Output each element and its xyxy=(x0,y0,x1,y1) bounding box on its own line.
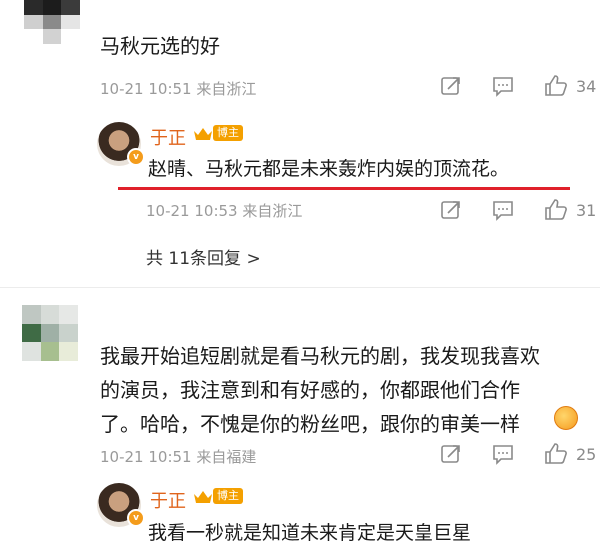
comment-thread: 马秋元选的好 10-21 10:51 来自浙江 34 v 于正 博主 赵晴、马秋… xyxy=(0,0,600,543)
comment-button[interactable] xyxy=(492,443,514,465)
comment-meta: 10-21 10:51 来自浙江 xyxy=(100,80,257,98)
commenter-avatar[interactable] xyxy=(24,0,80,44)
reply-text: 赵晴、马秋元都是未来轰炸内娱的顶流花。 xyxy=(148,158,510,180)
comment-text-line: 了。哈哈，不愧是你的粉丝吧，跟你的审美一样 xyxy=(100,412,520,436)
share-icon xyxy=(441,201,460,219)
crown-icon xyxy=(194,491,212,503)
comment-actions: 34 xyxy=(440,74,596,98)
like-count: 34 xyxy=(576,76,597,96)
like-icon xyxy=(545,199,567,220)
comment-icon xyxy=(493,77,513,97)
red-underline-annotation xyxy=(118,187,570,190)
reply-actions: 31 xyxy=(440,198,596,222)
share-button[interactable] xyxy=(440,75,462,97)
comment-text-line: 我最开始追短剧就是看马秋元的剧，我发现我喜欢 xyxy=(100,344,540,368)
comment-actions: 25 xyxy=(440,442,596,466)
comment-icon xyxy=(493,445,513,465)
comment-text-line: 的演员，我注意到和有好感的，你都跟他们合作 xyxy=(100,378,520,402)
emoji-icon xyxy=(554,406,578,430)
like-icon xyxy=(545,75,567,96)
verified-badge: v xyxy=(127,509,145,527)
divider xyxy=(0,287,600,288)
reply-author-name[interactable]: 于正 xyxy=(150,487,186,513)
crown-icon xyxy=(194,128,212,140)
comment-icon xyxy=(493,201,513,221)
like-button[interactable]: 34 xyxy=(544,74,596,98)
like-button[interactable]: 31 xyxy=(544,198,596,222)
comment-meta: 10-21 10:51 来自福建 xyxy=(100,448,257,466)
share-button[interactable] xyxy=(440,443,462,465)
like-button[interactable]: 25 xyxy=(544,442,596,466)
verified-badge: v xyxy=(127,148,145,166)
share-button[interactable] xyxy=(440,199,462,221)
comment-button[interactable] xyxy=(492,199,514,221)
reply-text: 我看一秒就是知道未来肯定是天皇巨星 xyxy=(148,522,472,543)
reply-meta: 10-21 10:53 来自浙江 xyxy=(146,202,303,220)
share-icon xyxy=(441,445,460,463)
comment-button[interactable] xyxy=(492,75,514,97)
share-icon xyxy=(441,77,460,95)
reply-author-name[interactable]: 于正 xyxy=(150,124,186,150)
like-count: 25 xyxy=(576,444,597,464)
more-replies-link[interactable]: 共 11条回复 > xyxy=(146,244,261,269)
blogger-badge: 博主 xyxy=(213,488,243,504)
comment-text: 马秋元选的好 xyxy=(100,34,220,58)
like-count: 31 xyxy=(576,200,597,220)
blogger-badge: 博主 xyxy=(213,125,243,141)
commenter-avatar[interactable] xyxy=(22,305,78,361)
like-icon xyxy=(545,443,567,464)
